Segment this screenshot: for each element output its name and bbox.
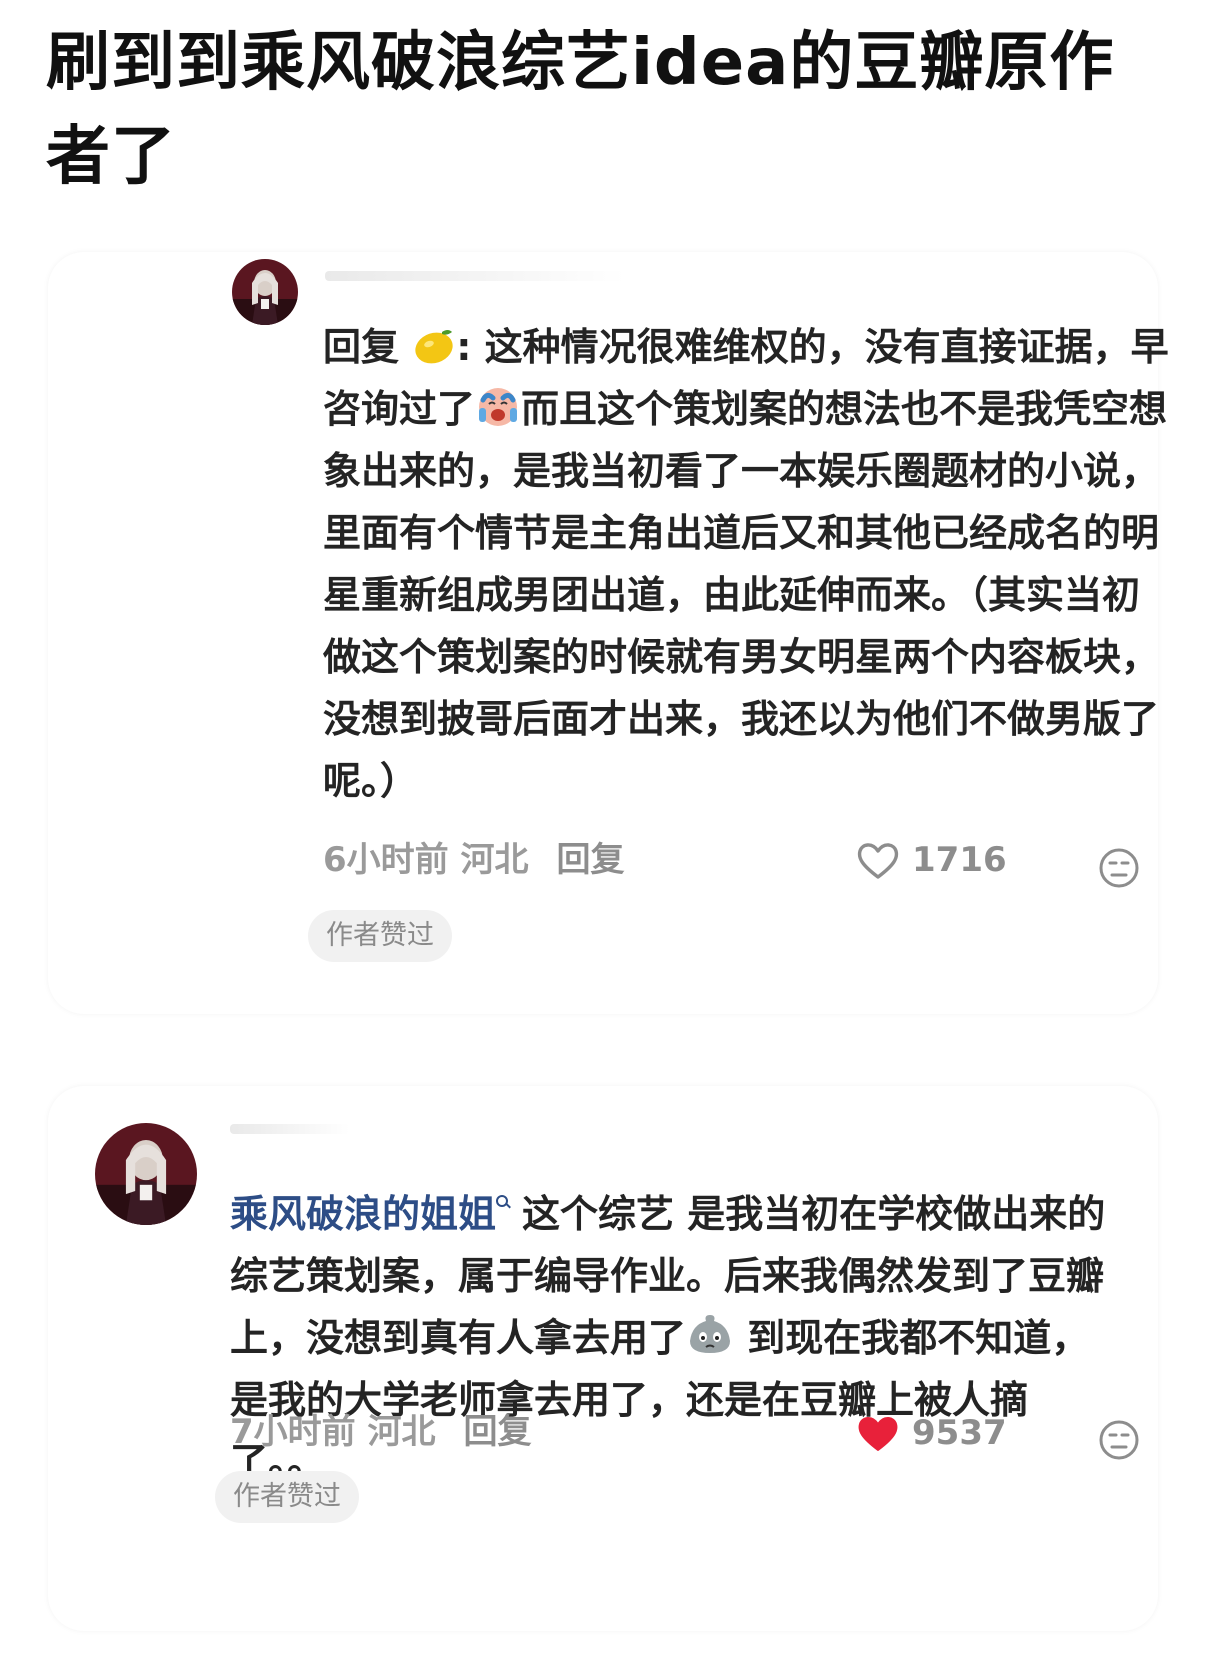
comment-location: 河北	[367, 1412, 436, 1452]
heart-filled-icon	[856, 1413, 900, 1453]
like-count: 9537	[912, 1413, 1007, 1453]
comment-card: 回复 : 这种情况很难维权的，没有直接证据，早咨询过了 而且这个策划案的想法也不是…	[48, 252, 1169, 1014]
comment-time: 7小时前	[230, 1412, 356, 1452]
reply-button[interactable]: 回复	[464, 1412, 532, 1452]
topic-mention-link[interactable]: 乘风破浪的姐姐	[230, 1192, 496, 1236]
avatar[interactable]	[232, 259, 298, 325]
reply-button[interactable]: 回复	[557, 840, 625, 880]
comment-text: 回复 : 这种情况很难维权的，没有直接证据，早咨询过了 而且这个策划案的想法也不是…	[323, 316, 1173, 812]
heart-outline-icon	[856, 840, 900, 880]
like-count: 1716	[912, 840, 1007, 880]
lemon-emoji	[412, 326, 456, 366]
crying-face-emoji	[475, 382, 521, 428]
author-liked-badge: 作者赞过	[308, 910, 452, 962]
author-liked-badge: 作者赞过	[215, 1471, 359, 1523]
username-blurred[interactable]	[325, 271, 625, 281]
reply-prefix: 回复	[323, 325, 413, 369]
comment-card: 乘风破浪的姐姐 这个综艺 是我当初在学校做出来的综艺策划案，属于编导作业。后来我偶…	[48, 1086, 1158, 1631]
comment-time: 6小时前	[323, 840, 449, 880]
like-button[interactable]: 9537	[856, 1413, 1007, 1453]
expressionless-face-icon[interactable]	[1098, 847, 1140, 889]
post-title: 刷到到乘风破浪综艺idea的豆瓣原作者了	[46, 26, 1115, 194]
like-button[interactable]: 1716	[856, 840, 1007, 880]
comment-location: 河北	[460, 840, 529, 880]
sad-dumpling-emoji	[686, 1311, 734, 1357]
comment-text-part: 而且这个策划案的想法也不是我凭空想象出来的，是我当初看了一本娱乐圈题材的小说，里…	[323, 387, 1168, 803]
expressionless-face-icon[interactable]	[1098, 1419, 1140, 1461]
username-blurred[interactable]	[230, 1124, 350, 1134]
avatar[interactable]	[95, 1123, 197, 1225]
comment-meta: 7小时前 河北 回复	[230, 1412, 532, 1452]
search-icon	[496, 1195, 510, 1209]
comment-meta: 6小时前 河北 回复	[323, 840, 625, 880]
